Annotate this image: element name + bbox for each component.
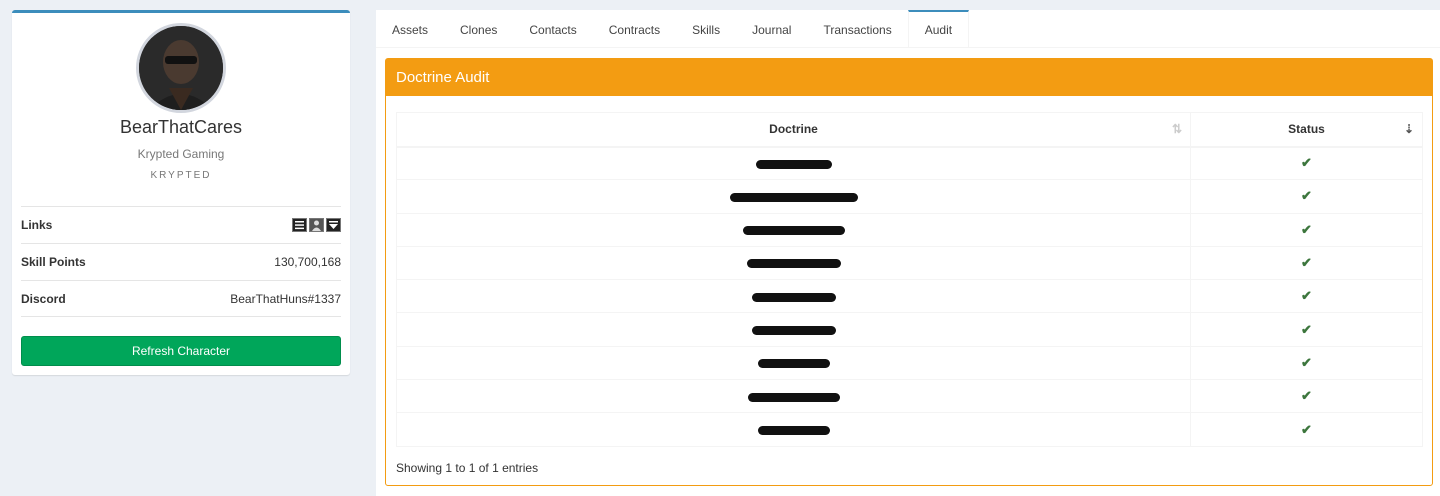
status-cell: ✔ [1190, 279, 1423, 314]
redacted-mark [729, 192, 858, 202]
skill-points-value: 130,700,168 [274, 255, 341, 269]
check-icon: ✔ [1301, 354, 1312, 370]
table-row: ✔ [395, 179, 1423, 214]
character-portrait [139, 26, 223, 110]
redacted-mark [742, 226, 845, 236]
doctrine-audit-title: Doctrine Audit [386, 59, 1432, 96]
skill-points-row: Skill Points 130,700,168 [21, 243, 341, 280]
tab-transactions[interactable]: Transactions [807, 10, 907, 47]
links-row: Links [21, 206, 341, 243]
check-icon: ✔ [1301, 155, 1312, 171]
links-label: Links [21, 218, 53, 232]
table-row: ✔ [395, 379, 1423, 414]
corporation-ticker: KRYPTED [150, 170, 212, 181]
corporation-name: Krypted Gaming [137, 147, 225, 161]
refresh-character-button[interactable]: Refresh Character [21, 336, 341, 366]
tab-clones[interactable]: Clones [444, 10, 513, 47]
table-row: ✔ [395, 279, 1423, 314]
discord-row: Discord BearThatHuns#1337 [21, 280, 341, 317]
doctrine-cell [395, 212, 1192, 247]
redacted-mark [757, 425, 830, 435]
table-row: ✔ [395, 312, 1423, 347]
check-icon: ✔ [1301, 221, 1312, 237]
tab-bar: Assets Clones Contacts Contracts Skills … [376, 10, 1440, 48]
main-panel: Assets Clones Contacts Contracts Skills … [376, 10, 1440, 496]
doctrine-cell [395, 179, 1192, 214]
tab-assets[interactable]: Assets [376, 10, 444, 47]
check-icon: ✔ [1301, 255, 1312, 271]
character-info-list: Links Skill Points 130,700,168 Discord B… [21, 206, 341, 317]
sort-ascending-icon[interactable]: ⇣ [1404, 122, 1414, 136]
redacted-mark [757, 359, 830, 369]
doctrine-cell [395, 245, 1192, 281]
doctrine-cell [395, 345, 1192, 381]
character-name: BearThatCares [119, 117, 243, 137]
status-cell: ✔ [1190, 345, 1423, 381]
link-icons [292, 218, 341, 232]
doctrine-cell [395, 145, 1192, 181]
doctrine-audit-table: Doctrine ⇅ Status ⇣ ✔ ✔ ✔ ✔ ✔ ✔ ✔ ✔ ✔ [395, 112, 1423, 447]
sort-icon[interactable]: ⇅ [1172, 122, 1182, 136]
chevron-down-icon[interactable] [326, 218, 341, 232]
redacted-mark [755, 159, 832, 169]
status-cell: ✔ [1190, 179, 1423, 214]
tab-skills[interactable]: Skills [676, 10, 736, 47]
status-cell: ✔ [1190, 212, 1423, 247]
avatar [136, 23, 226, 113]
doctrine-cell [395, 412, 1192, 447]
discord-label: Discord [21, 291, 66, 306]
check-icon: ✔ [1301, 388, 1312, 404]
status-cell: ✔ [1190, 145, 1423, 181]
status-cell: ✔ [1190, 412, 1423, 447]
table-row: ✔ [395, 145, 1423, 181]
portrait-icon[interactable] [309, 218, 324, 232]
check-icon: ✔ [1301, 321, 1312, 337]
discord-value: BearThatHuns#1337 [230, 291, 341, 306]
character-profile-card: BearThatCares Krypted Gaming KRYPTED Lin… [12, 10, 350, 375]
doctrine-column-header[interactable]: Doctrine ⇅ [395, 112, 1192, 148]
table-row: ✔ [395, 345, 1423, 381]
table-info-text: Showing 1 to 1 of 1 entries [396, 461, 539, 475]
table-header-row: Doctrine ⇅ Status ⇣ [395, 112, 1423, 148]
redacted-mark [751, 292, 836, 302]
table-row: ✔ [395, 245, 1423, 281]
status-column-header[interactable]: Status ⇣ [1190, 112, 1423, 148]
status-cell: ✔ [1190, 245, 1423, 281]
check-icon: ✔ [1301, 288, 1312, 304]
list-icon[interactable] [292, 218, 307, 232]
tab-contacts[interactable]: Contacts [513, 10, 592, 47]
table-row: ✔ [395, 412, 1423, 447]
check-icon: ✔ [1301, 188, 1312, 204]
status-column-label: Status [1288, 122, 1325, 137]
status-cell: ✔ [1190, 379, 1423, 414]
doctrine-cell [395, 279, 1192, 314]
doctrine-cell [395, 312, 1192, 347]
table-row: ✔ [395, 212, 1423, 247]
status-cell: ✔ [1190, 312, 1423, 347]
redacted-mark [746, 259, 841, 269]
redacted-mark [751, 325, 836, 335]
skill-points-label: Skill Points [21, 255, 86, 269]
redacted-mark [747, 392, 840, 402]
tab-audit[interactable]: Audit [907, 10, 970, 47]
tab-contracts[interactable]: Contracts [593, 10, 676, 47]
check-icon: ✔ [1301, 421, 1312, 437]
doctrine-cell [395, 379, 1192, 414]
doctrine-audit-box: Doctrine Audit Doctrine ⇅ Status ⇣ ✔ ✔ ✔… [385, 58, 1433, 486]
doctrine-column-label: Doctrine [769, 122, 818, 137]
tab-journal[interactable]: Journal [736, 10, 807, 47]
